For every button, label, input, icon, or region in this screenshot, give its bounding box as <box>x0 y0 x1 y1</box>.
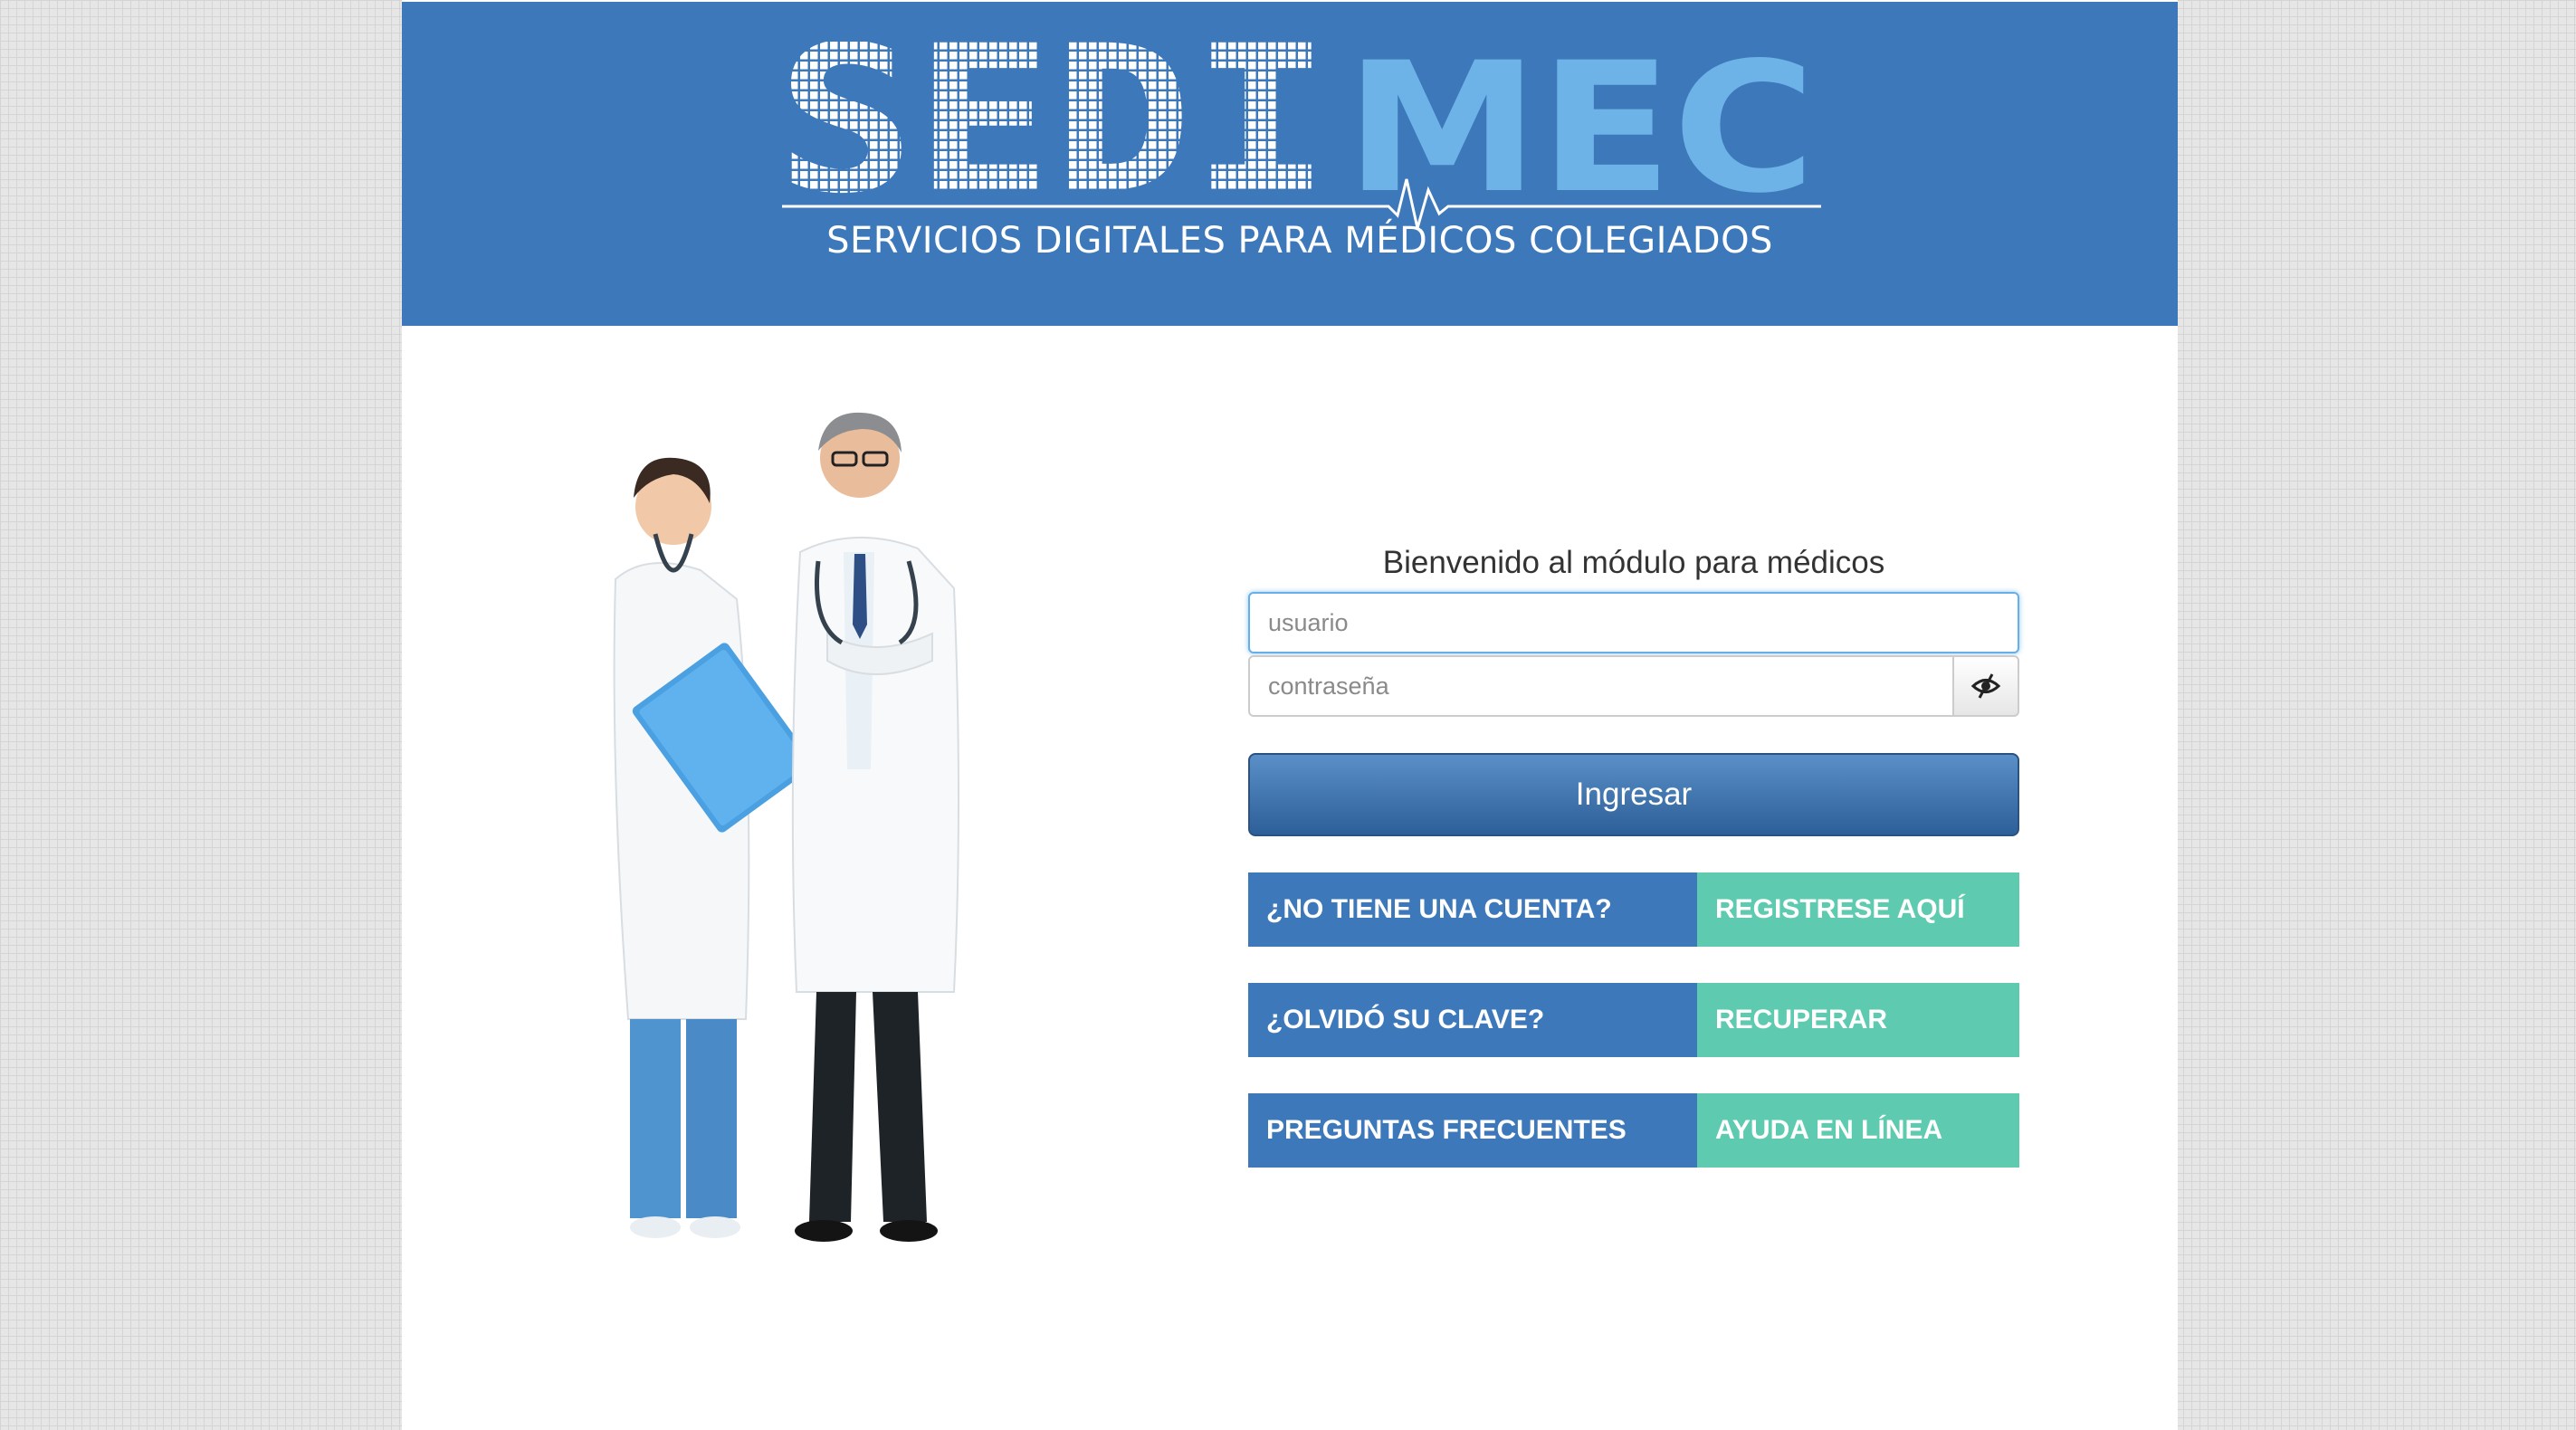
recover-button[interactable]: RECUPERAR <box>1697 983 2019 1057</box>
eye-slash-icon <box>1970 673 2001 699</box>
male-doctor-image <box>791 412 959 1242</box>
username-input[interactable] <box>1248 592 2019 653</box>
logo-text-right: MEC <box>1345 24 1816 233</box>
faq-row: PREGUNTAS FRECUENTES AYUDA EN LÍNEA <box>1248 1093 2019 1168</box>
forgot-password-label: ¿OLVIDÓ SU CLAVE? <box>1248 983 1697 1057</box>
welcome-heading: Bienvenido al módulo para médicos <box>1382 545 1885 580</box>
no-account-label: ¿NO TIENE UNA CUENTA? <box>1248 872 1697 947</box>
register-button[interactable]: REGISTRESE AQUÍ <box>1697 872 2019 947</box>
logo-text-left: SEDI <box>777 2 1331 238</box>
password-input[interactable] <box>1248 655 1954 717</box>
doctors-illustration <box>613 412 959 1242</box>
password-row <box>1248 655 2019 717</box>
female-doctor-image <box>613 457 815 1238</box>
login-form: Bienvenido al módulo para médicos Ingres… <box>1248 534 2019 1168</box>
toggle-password-button[interactable] <box>1952 655 2019 717</box>
online-help-button[interactable]: AYUDA EN LÍNEA <box>1697 1093 2019 1168</box>
header-banner: SEDI MEC SERVICIOS DIGITALES PARA MÉDICO… <box>402 2 2178 326</box>
register-row: ¿NO TIENE UNA CUENTA? REGISTRESE AQUÍ <box>1248 872 2019 947</box>
recover-row: ¿OLVIDÓ SU CLAVE? RECUPERAR <box>1248 983 2019 1057</box>
faq-label: PREGUNTAS FRECUENTES <box>1248 1093 1697 1168</box>
logo-tagline: SERVICIOS DIGITALES PARA MÉDICOS COLEGIA… <box>826 220 1773 262</box>
page-container: SEDI MEC SERVICIOS DIGITALES PARA MÉDICO… <box>402 0 2178 1430</box>
login-submit-button[interactable]: Ingresar <box>1248 753 2019 836</box>
sedimec-logo: SEDI MEC <box>777 2 1821 238</box>
